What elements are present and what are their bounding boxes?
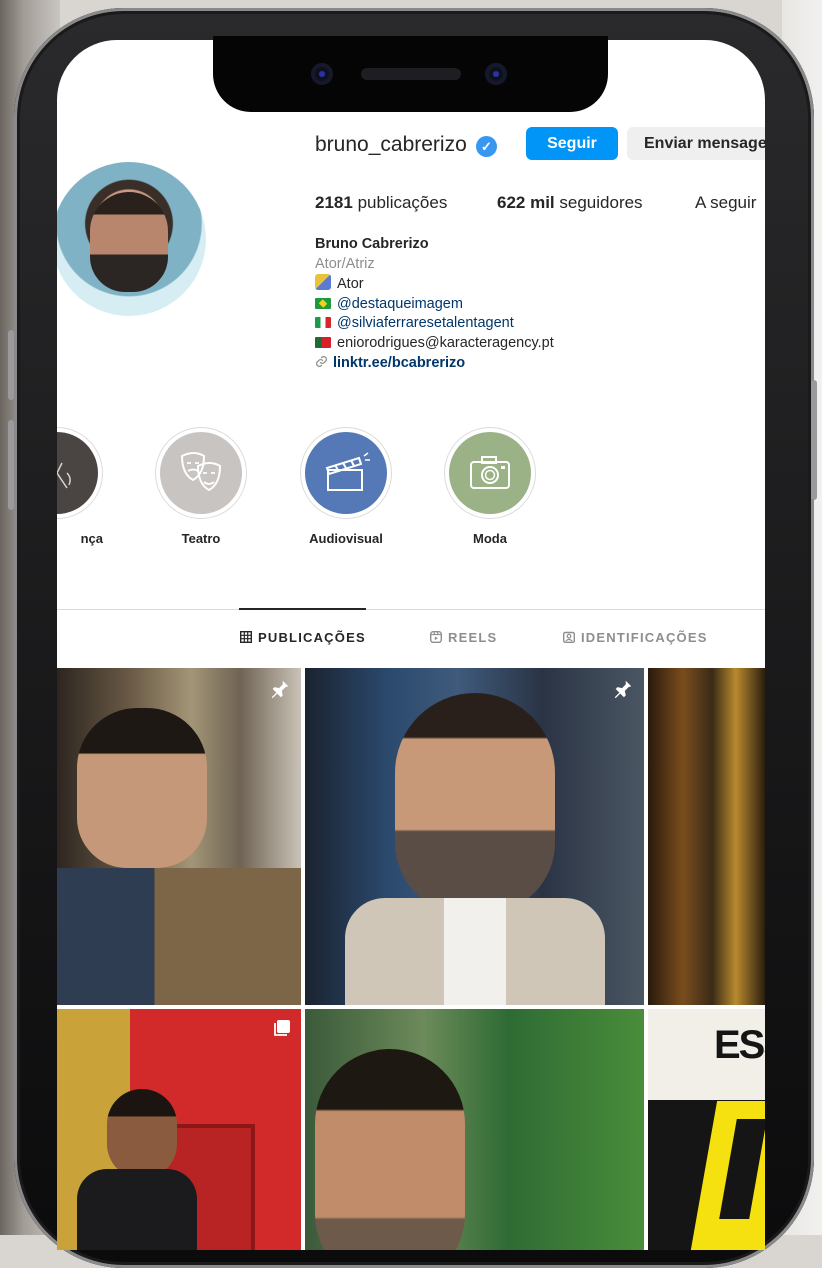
front-camera-icon [311, 63, 333, 85]
post-thumbnail-2[interactable] [305, 668, 644, 1005]
highlight-danca[interactable]: nça [57, 427, 103, 546]
face-id-sensor-icon [485, 63, 507, 85]
posts-count-label: publicações [357, 193, 448, 212]
italy-flag-icon [315, 317, 331, 329]
post-thumbnail-5[interactable] [305, 1009, 644, 1250]
theater-masks-icon [315, 274, 331, 291]
followers-count-value: 622 mil [497, 193, 555, 212]
follow-button[interactable]: Seguir [526, 127, 618, 160]
tabs-divider [57, 609, 765, 610]
bio-line-mention-1: @destaqueimagem [315, 295, 755, 315]
bio-line-email: eniorodrigues@karacteragency.pt [315, 334, 755, 354]
earpiece-speaker [361, 68, 461, 80]
phone-side-button [8, 330, 14, 400]
active-tab-indicator [239, 608, 366, 610]
highlight-label: Moda [473, 531, 507, 546]
posts-count-value: 2181 [315, 193, 353, 212]
following-count[interactable]: A seguir [695, 193, 756, 213]
pinned-post-icon [271, 680, 289, 699]
instagram-profile-screen: bruno_cabrerizo ✓ Seguir Enviar mensagem… [57, 40, 765, 1250]
carousel-post-icon [274, 1020, 290, 1036]
highlight-cover [160, 432, 242, 514]
highlight-label: Audiovisual [309, 531, 383, 546]
post-photo-face [315, 1049, 465, 1250]
bio-line-actor: Ator [315, 274, 755, 295]
followers-count[interactable]: 622 mil seguidores [497, 193, 643, 213]
verified-badge-icon: ✓ [476, 136, 497, 157]
post-photo-shirt [77, 1169, 197, 1250]
mention-silviaferrarese-link[interactable]: @silviaferraresetalentagent [337, 315, 514, 331]
followers-count-label: seguidores [559, 193, 643, 212]
tagged-icon [563, 631, 575, 643]
tab-tagged[interactable]: IDENTIFICAÇÕES [563, 630, 708, 645]
bio-name: Bruno Cabrerizo [315, 236, 429, 252]
highlight-teatro[interactable]: Teatro [155, 427, 247, 546]
profile-bio: Bruno Cabrerizo Ator/Atriz Ator @destaqu… [315, 235, 755, 373]
phone-notch [213, 36, 608, 112]
highlight-ring [155, 427, 247, 519]
post-photo-jacket [57, 868, 301, 1005]
tab-posts-label: PUBLICAÇÕES [258, 630, 366, 645]
highlight-label: Teatro [181, 531, 221, 546]
highlight-cover [305, 432, 387, 514]
link-icon [316, 355, 327, 367]
bio-category: Ator/Atriz [315, 255, 375, 272]
post-thumbnail-6[interactable]: ESS [648, 1009, 765, 1250]
pinned-post-icon [614, 680, 632, 699]
theater-masks-icon [180, 452, 222, 492]
profile-avatar[interactable] [57, 162, 206, 316]
bio-line-mention-2: @silviaferraresetalentagent [315, 314, 755, 334]
highlight-cover [57, 432, 98, 514]
tab-tagged-label: IDENTIFICAÇÕES [581, 630, 708, 645]
posts-count: 2181 publicações [315, 193, 447, 213]
bio-external-link[interactable]: linktr.ee/bcabrerizo [333, 355, 465, 371]
highlight-audiovisual[interactable]: Audiovisual [300, 427, 392, 546]
tab-posts[interactable]: PUBLICAÇÕES [240, 630, 366, 645]
post-photo [77, 708, 207, 868]
following-count-label: A seguir [695, 193, 757, 212]
camera-icon [470, 456, 510, 489]
clapperboard-icon [325, 452, 370, 491]
tab-reels-label: REELS [448, 630, 498, 645]
reels-icon [430, 631, 442, 643]
highlight-cover [449, 432, 531, 514]
dance-sketch-icon [57, 462, 71, 489]
highlight-ring [444, 427, 536, 519]
send-message-button[interactable]: Enviar mensagem [627, 127, 765, 160]
profile-username: bruno_cabrerizo [315, 133, 467, 156]
post-overlay-text: ESS [714, 1023, 765, 1067]
post-photo-face [395, 693, 555, 913]
avatar-photo [90, 192, 168, 292]
brazil-flag-icon [315, 297, 331, 309]
phone-power-button [811, 380, 817, 500]
post-photo-suit [345, 898, 605, 1005]
post-thumbnail-4[interactable] [57, 1009, 301, 1250]
post-thumbnail-1[interactable] [57, 668, 301, 1005]
portugal-flag-icon [315, 336, 331, 348]
post-thumbnail-3[interactable] [648, 668, 765, 1005]
post-photo-person [107, 1089, 177, 1179]
highlight-ring [57, 427, 103, 519]
phone-side-button [8, 420, 14, 510]
bio-email-text: eniorodrigues@karacteragency.pt [337, 334, 554, 351]
bio-line-link: linktr.ee/bcabrerizo [315, 354, 755, 374]
mention-destaqueimagem-link[interactable]: @destaqueimagem [337, 296, 463, 312]
tab-reels[interactable]: REELS [430, 630, 497, 645]
grid-icon [240, 631, 252, 643]
highlight-moda[interactable]: Moda [444, 427, 536, 546]
bio-actor-text: Ator [337, 276, 364, 293]
highlight-label: nça [80, 531, 103, 546]
highlight-ring [300, 427, 392, 519]
